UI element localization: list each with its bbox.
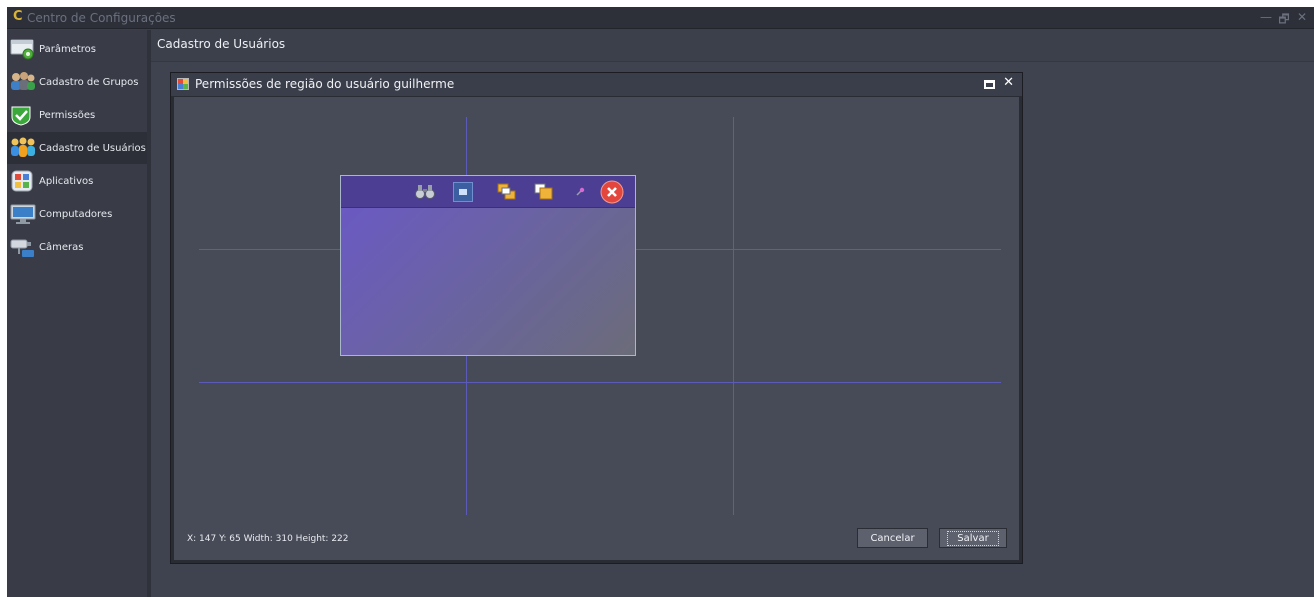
sidebar-item-label: Aplicativos [39,175,94,187]
cancel-button[interactable]: Cancelar [857,528,928,548]
region-canvas[interactable]: X: 147 Y: 65 Width: 310 Height: 222 Canc… [174,97,1019,560]
dialog-controls: ✕ [984,75,1014,90]
monitor-icon [10,203,36,225]
minimize-button[interactable]: — [1260,10,1272,31]
sidebar-item-label: Computadores [39,208,113,220]
region-status-text: X: 147 Y: 65 Width: 310 Height: 222 [187,534,349,544]
sidebar-item-label: Cadastro de Grupos [39,76,139,88]
save-button-label: Salvar [947,530,999,546]
page-title: Cadastro de Usuários [157,37,286,51]
dialog-app-icon [177,78,189,90]
sidebar-item-aplicativos[interactable]: Aplicativos [7,165,147,197]
sidebar-item-label: Câmeras [39,241,84,253]
title-bar: C Centro de Configurações — 🗗 ✕ [7,7,1314,29]
guide-line-vertical [733,117,734,515]
app-window: C Centro de Configurações — 🗗 ✕ Parâmetr… [7,7,1314,597]
dialog-close-icon[interactable]: ✕ [1003,75,1014,90]
restore-button[interactable]: 🗗 [1278,10,1290,31]
sidebar-item-cameras[interactable]: Câmeras [7,231,147,263]
binoculars-icon[interactable] [415,182,435,202]
dialog-title: Permissões de região do usuário guilherm… [195,77,455,91]
sidebar-item-computadores[interactable]: Computadores [7,198,147,230]
maximize-icon[interactable] [984,80,996,89]
bring-to-front-icon[interactable] [497,182,517,202]
sidebar-item-grupos[interactable]: Cadastro de Grupos [7,66,147,98]
window-controls: — 🗗 ✕ [1260,10,1308,31]
sidebar-item-label: Permissões [39,109,96,121]
send-to-back-icon[interactable] [534,182,554,202]
close-circle-icon[interactable] [600,180,624,204]
check-shield-icon [10,104,36,126]
app-title: Centro de Configurações [27,11,176,25]
camera-icon [10,236,36,258]
sidebar-item-usuarios[interactable]: Cadastro de Usuários [7,132,147,164]
sidebar-item-label: Cadastro de Usuários [39,142,146,154]
region-permissions-dialog: Permissões de região do usuário guilherm… [170,72,1023,564]
app-logo: C [13,9,23,24]
save-button[interactable]: Salvar [939,528,1007,548]
sidebar-item-parametros[interactable]: Parâmetros [7,33,147,65]
users-group-icon [10,71,36,93]
sidebar: Parâmetros Cadastro de Grupos Permissões [7,30,147,597]
main-panel: Cadastro de Usuários Permissões de regiã… [151,30,1314,597]
guide-line-horizontal [199,382,1001,383]
sidebar-item-permissoes[interactable]: Permissões [7,99,147,131]
sidebar-item-label: Parâmetros [39,43,96,55]
users-icon [10,137,36,159]
region-toolbar [341,176,635,208]
page-header: Cadastro de Usuários [151,30,1314,62]
select-region-icon[interactable] [453,182,473,202]
close-button[interactable]: ✕ [1296,10,1308,31]
parameters-icon [10,38,36,60]
selected-region[interactable] [340,175,636,356]
brush-icon[interactable] [570,182,590,202]
dialog-title-bar: Permissões de região do usuário guilherm… [171,73,1022,96]
apps-icon [10,170,36,192]
